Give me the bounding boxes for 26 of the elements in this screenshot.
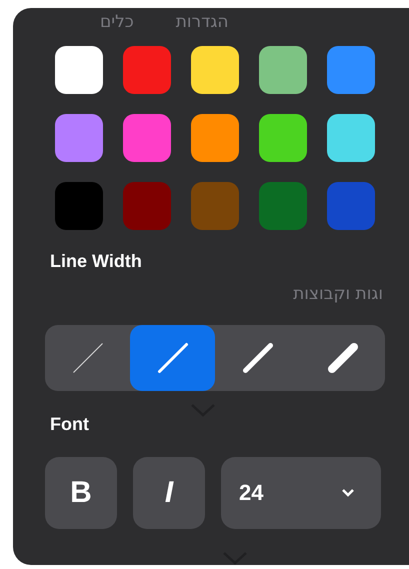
color-swatch[interactable] <box>191 182 239 230</box>
line-width-label: Line Width <box>50 252 142 270</box>
chevron-down-icon <box>341 488 355 498</box>
color-swatch[interactable] <box>259 114 307 162</box>
color-swatch[interactable] <box>123 182 171 230</box>
background-tab-label: כלים <box>100 14 134 31</box>
font-size-dropdown[interactable]: 24 <box>221 456 381 529</box>
color-swatch[interactable] <box>55 46 103 94</box>
color-swatch[interactable] <box>259 46 307 94</box>
color-swatch[interactable] <box>259 182 307 230</box>
color-swatch[interactable] <box>327 114 375 162</box>
background-section-title: וגות וקבוצות <box>293 286 383 306</box>
color-swatch[interactable] <box>327 182 375 230</box>
color-swatch[interactable] <box>55 114 103 162</box>
background-tab-label: הגדרות <box>176 14 229 31</box>
bold-button[interactable]: B <box>45 456 117 529</box>
line-width-option[interactable] <box>130 325 215 392</box>
color-swatch[interactable] <box>123 114 171 162</box>
font-label: Font <box>50 415 89 434</box>
chevron-down-icon <box>222 550 248 565</box>
color-swatch[interactable] <box>55 182 103 230</box>
color-swatch[interactable] <box>123 46 171 94</box>
color-swatch[interactable] <box>191 114 239 162</box>
color-swatch[interactable] <box>327 46 375 94</box>
color-swatch[interactable] <box>191 46 239 94</box>
italic-button[interactable]: I <box>133 456 205 529</box>
